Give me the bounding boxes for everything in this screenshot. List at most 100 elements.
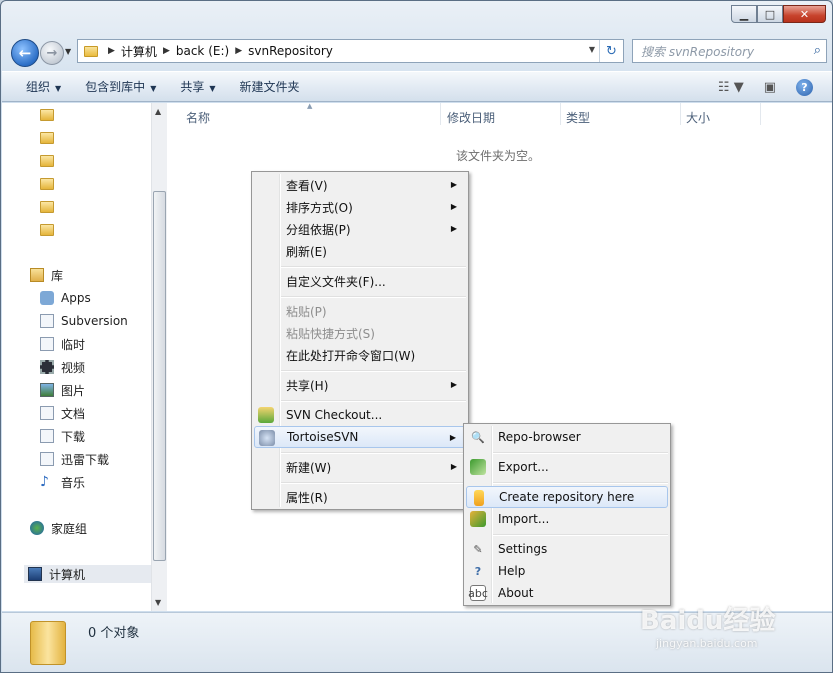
menu-label: 查看(V) bbox=[286, 178, 328, 193]
menu-item-open-command-window[interactable]: 在此处打开命令窗口(W) bbox=[254, 344, 466, 366]
folder-icon[interactable] bbox=[40, 155, 54, 167]
forward-button[interactable]: → bbox=[40, 41, 64, 65]
menu-label: Settings bbox=[498, 542, 548, 556]
picture-icon bbox=[40, 383, 54, 397]
menu-item-repo-browser[interactable]: 🔍 Repo-browser bbox=[466, 426, 668, 448]
breadcrumb-chevron-icon[interactable]: ▶ bbox=[163, 46, 170, 56]
column-modified[interactable]: 修改日期 bbox=[447, 109, 495, 126]
menu-separator bbox=[281, 296, 466, 298]
help-icon[interactable]: ? bbox=[796, 79, 813, 96]
menu-item-view[interactable]: 查看(V) ▶ bbox=[254, 174, 466, 196]
column-size[interactable]: 大小 bbox=[686, 109, 710, 126]
download-icon bbox=[40, 429, 54, 443]
maximize-button[interactable]: □ bbox=[757, 5, 783, 23]
menu-item-share[interactable]: 共享(H) ▶ bbox=[254, 374, 466, 396]
folder-icon[interactable] bbox=[40, 178, 54, 190]
menu-separator bbox=[493, 534, 668, 536]
menu-item-tortoisesvn[interactable]: TortoiseSVN ▶ bbox=[254, 426, 466, 448]
breadcrumb-drive[interactable]: back (E:) bbox=[176, 44, 229, 58]
breadcrumb-computer[interactable]: 计算机 bbox=[121, 43, 157, 60]
menu-item-import[interactable]: Import... bbox=[466, 508, 668, 530]
menu-item-group-by[interactable]: 分组依据(P) ▶ bbox=[254, 218, 466, 240]
document-icon bbox=[40, 406, 54, 420]
preview-pane-icon[interactable]: ▣ bbox=[764, 80, 776, 95]
column-divider[interactable] bbox=[560, 103, 561, 125]
breadcrumb-chevron-icon[interactable]: ▶ bbox=[108, 46, 115, 56]
share-button[interactable]: 共享 ▼ bbox=[180, 78, 215, 95]
menu-item-refresh[interactable]: 刷新(E) bbox=[254, 240, 466, 262]
back-button[interactable]: ← bbox=[11, 39, 39, 67]
nav-music[interactable]: ♪ 音乐 bbox=[40, 473, 85, 491]
include-library-button[interactable]: 包含到库中 ▼ bbox=[85, 78, 156, 95]
close-button[interactable]: ✕ bbox=[783, 5, 826, 23]
column-divider[interactable] bbox=[440, 103, 441, 125]
nav-libraries[interactable]: 库 bbox=[30, 266, 63, 284]
scroll-thumb[interactable] bbox=[153, 191, 166, 561]
menu-item-help[interactable]: ? Help bbox=[466, 560, 668, 582]
address-bar[interactable]: ▶ 计算机 ▶ back (E:) ▶ svnRepository ▼ ↻ bbox=[77, 39, 624, 63]
view-options-icon[interactable]: ☷ ▼ bbox=[718, 80, 744, 95]
search-icon[interactable]: ⌕ bbox=[814, 43, 821, 58]
breadcrumb-chevron-icon[interactable]: ▶ bbox=[235, 46, 242, 56]
menu-item-new[interactable]: 新建(W) ▶ bbox=[254, 456, 466, 478]
folder-icon[interactable] bbox=[40, 109, 54, 121]
svn-checkout-icon bbox=[258, 407, 274, 423]
address-dropdown-icon[interactable]: ▼ bbox=[589, 45, 595, 54]
column-divider[interactable] bbox=[760, 103, 761, 125]
menu-item-sort-by[interactable]: 排序方式(O) ▶ bbox=[254, 196, 466, 218]
nav-label: 视频 bbox=[61, 360, 86, 375]
apps-icon bbox=[40, 291, 54, 305]
submenu-arrow-icon: ▶ bbox=[450, 224, 457, 233]
search-input[interactable]: 搜索 svnRepository ⌕ bbox=[632, 39, 827, 63]
nav-videos[interactable]: 视频 bbox=[40, 358, 85, 376]
scroll-down-icon[interactable]: ▼ bbox=[155, 598, 161, 607]
scroll-up-icon[interactable]: ▲ bbox=[155, 107, 161, 116]
nav-subversion[interactable]: Subversion bbox=[40, 312, 128, 330]
menu-item-export[interactable]: Export... bbox=[466, 456, 668, 478]
menu-item-create-repository[interactable]: Create repository here bbox=[466, 486, 668, 508]
menu-separator bbox=[281, 452, 466, 454]
submenu-arrow-icon: ▶ bbox=[450, 202, 457, 211]
nav-thunder-downloads[interactable]: 迅雷下载 bbox=[40, 450, 109, 468]
breadcrumb-folder[interactable]: svnRepository bbox=[248, 44, 333, 58]
nav-scrollbar[interactable]: ▲ ▼ bbox=[151, 103, 167, 611]
nav-temp[interactable]: 临时 bbox=[40, 335, 85, 353]
help-icon: ? bbox=[474, 564, 482, 578]
menu-item-settings[interactable]: ✎ Settings bbox=[466, 538, 668, 560]
chevron-down-icon: ▼ bbox=[209, 84, 216, 93]
menu-label: Import... bbox=[498, 512, 550, 526]
nav-apps[interactable]: Apps bbox=[40, 289, 91, 307]
menu-label: Export... bbox=[498, 460, 549, 474]
share-label: 共享 bbox=[180, 80, 205, 94]
organize-label: 组织 bbox=[26, 80, 51, 94]
organize-button[interactable]: 组织 ▼ bbox=[26, 78, 61, 95]
menu-item-customize-folder[interactable]: 自定义文件夹(F)... bbox=[254, 270, 466, 292]
menu-item-properties[interactable]: 属性(R) bbox=[254, 486, 466, 508]
nav-downloads[interactable]: 下载 bbox=[40, 427, 85, 445]
menu-item-about[interactable]: abc About bbox=[466, 582, 668, 604]
minimize-button[interactable]: ▁ bbox=[731, 5, 757, 23]
recent-pages-dropdown[interactable]: ▼ bbox=[65, 47, 71, 56]
folder-icon[interactable] bbox=[40, 224, 54, 236]
nav-pictures[interactable]: 图片 bbox=[40, 381, 85, 399]
menu-label: 共享(H) bbox=[286, 378, 329, 393]
folder-icon[interactable] bbox=[40, 132, 54, 144]
about-icon: abc bbox=[468, 585, 488, 601]
caption-buttons: ▁ □ ✕ bbox=[731, 5, 826, 23]
folder-icon[interactable] bbox=[40, 201, 54, 213]
nav-label: 家庭组 bbox=[51, 521, 88, 536]
folder-icon bbox=[30, 621, 66, 665]
nav-documents[interactable]: 文档 bbox=[40, 404, 85, 422]
watermark-logo: Baidu经验 jingyan.baidu.com bbox=[640, 600, 775, 650]
refresh-icon[interactable]: ↻ bbox=[599, 40, 623, 62]
column-type[interactable]: 类型 bbox=[566, 109, 590, 126]
column-name[interactable]: 名称 bbox=[186, 109, 210, 126]
nav-label: 临时 bbox=[61, 337, 86, 352]
search-placeholder: 搜索 svnRepository bbox=[641, 44, 755, 59]
nav-homegroup[interactable]: 家庭组 bbox=[30, 519, 87, 537]
menu-label: Repo-browser bbox=[498, 430, 581, 444]
new-folder-button[interactable]: 新建文件夹 bbox=[240, 78, 300, 95]
nav-computer[interactable]: 计算机 bbox=[24, 565, 151, 583]
column-divider[interactable] bbox=[680, 103, 681, 125]
menu-item-svn-checkout[interactable]: SVN Checkout... bbox=[254, 404, 466, 426]
